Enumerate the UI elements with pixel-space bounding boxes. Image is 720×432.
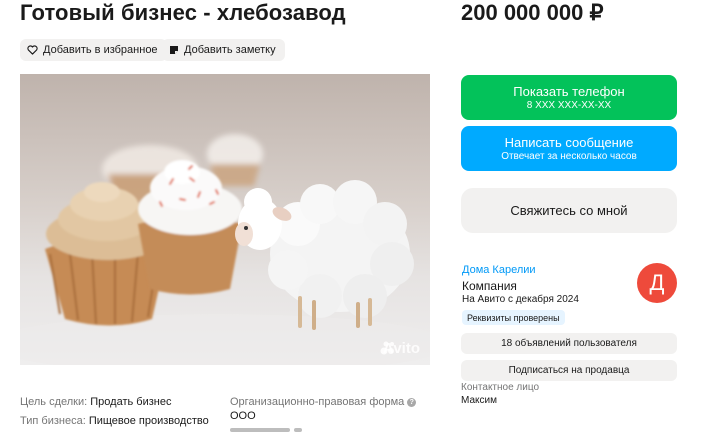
param-business-type-key: Тип бизнеса:	[20, 415, 86, 427]
response-time-label: Отвечает за несколько часов	[501, 150, 637, 162]
param-deal-goal-key: Цель сделки:	[20, 396, 88, 408]
note-icon	[169, 45, 179, 55]
param-business-type: Тип бизнеса: Пищевое производство	[20, 415, 209, 427]
write-message-button[interactable]: Написать сообщение Отвечает за несколько…	[461, 126, 677, 171]
write-message-label: Написать сообщение	[504, 134, 634, 150]
add-to-favorites-label: Добавить в избранное	[43, 44, 158, 56]
param-org-form-key-text: Организационно-правовая форма	[230, 396, 405, 408]
cutoff-info-icon	[294, 428, 302, 432]
heart-icon	[27, 45, 38, 55]
photo-illustration	[20, 134, 430, 365]
contact-person-name: Максим	[461, 395, 497, 406]
watermark: Avito	[380, 340, 420, 357]
info-icon[interactable]: ?	[407, 397, 417, 407]
seller-avatar[interactable]: Д	[637, 263, 677, 303]
listing-photo[interactable]: Avito	[20, 74, 430, 365]
contact-person-label: Контактное лицо	[461, 382, 540, 393]
contact-me-button[interactable]: Свяжитесь со мной	[461, 188, 677, 233]
param-org-form-key: Организационно-правовая форма ?	[230, 396, 417, 408]
phone-number-mask: 8 XXX XXX-XX-XX	[526, 99, 612, 111]
seller-since: На Авито с декабря 2024	[462, 294, 579, 305]
seller-name-link[interactable]: Дома Карелии	[462, 264, 536, 276]
param-org-form-value: ООО	[230, 410, 256, 422]
contact-me-label: Свяжитесь со мной	[510, 202, 628, 218]
seller-type: Компания	[462, 279, 517, 293]
listing-price: 200 000 000 ₽	[461, 0, 604, 25]
seller-ads-button[interactable]: 18 объявлений пользователя	[461, 333, 677, 354]
param-deal-goal-value: Продать бизнес	[90, 396, 172, 408]
show-phone-button[interactable]: Показать телефон 8 XXX XXX-XX-XX	[461, 75, 677, 120]
listing-title: Готовый бизнес - хлебозавод	[20, 0, 346, 25]
show-phone-label: Показать телефон	[513, 83, 625, 99]
subscribe-seller-button[interactable]: Подписаться на продавца	[461, 360, 677, 381]
param-deal-goal: Цель сделки: Продать бизнес	[20, 396, 171, 408]
cutoff-text-fragment	[230, 428, 290, 432]
verified-badge: Реквизиты проверены	[462, 310, 565, 325]
add-to-favorites-button[interactable]: Добавить в избранное	[20, 39, 167, 61]
param-business-type-value: Пищевое производство	[88, 415, 209, 427]
add-note-label: Добавить заметку	[184, 44, 276, 56]
add-note-button[interactable]: Добавить заметку	[162, 39, 285, 61]
